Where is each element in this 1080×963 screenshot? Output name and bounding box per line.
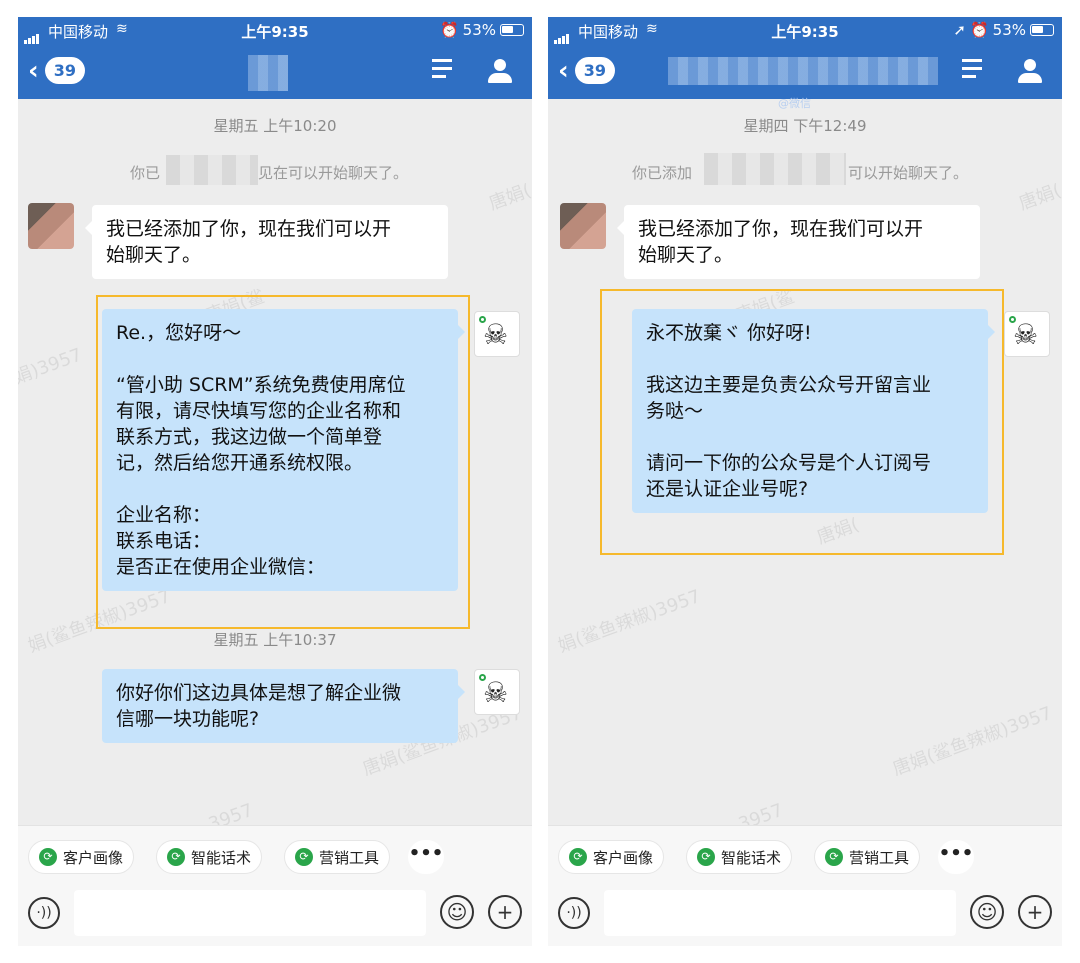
status-bar: 中国移动 ≋ 上午9:35 ➚ ⏰ 53%: [548, 17, 1062, 45]
chip-label: 客户画像: [63, 848, 124, 867]
outgoing-message: Re.，您好呀～ “管小助 SCRM”系统免费使用席位 有限，请尽快填写您的企业…: [102, 309, 465, 591]
chip-label: 营销工具: [319, 848, 380, 867]
battery-icon: [1030, 24, 1054, 36]
contact-name-redacted: [668, 57, 938, 85]
watermark: 娟)3957: [18, 344, 85, 389]
message-input[interactable]: [604, 890, 956, 936]
incoming-message: 我已经添加了你，现在我们可以开 始聊天了。: [85, 205, 448, 279]
more-button[interactable]: •••: [408, 840, 444, 874]
chip-smart-script[interactable]: ⟳ 智能话术: [156, 840, 263, 874]
green-logo-icon: ⟳: [569, 848, 587, 866]
chevron-left-icon: ‹: [558, 55, 569, 86]
status-bar: 中国移动 ≋ 上午9:35 ⏰ 53%: [18, 17, 532, 45]
contact-profile-icon[interactable]: [1018, 59, 1042, 85]
battery-percent: 53%: [462, 21, 496, 39]
chip-label: 营销工具: [849, 848, 910, 867]
outgoing-message: 你好你们这边具体是想了解企业微 信哪一块功能呢?: [102, 669, 465, 743]
plus-icon[interactable]: +: [1018, 895, 1052, 929]
green-logo-icon: ⟳: [295, 848, 313, 866]
green-logo-icon: ⟳: [167, 848, 185, 866]
incoming-message: 我已经添加了你，现在我们可以开 始聊天了。: [617, 205, 980, 279]
unread-count-badge: 39: [574, 57, 615, 84]
quick-tools-bar: ⟳ 客户画像 ⟳ 智能话术 ⟳ 营销工具 •••: [18, 825, 532, 885]
nav-bar: ‹ 39: [18, 45, 532, 99]
system-message-end: 可以开始聊天了。: [848, 164, 969, 182]
chip-customer-profile[interactable]: ⟳ 客户画像: [28, 840, 135, 874]
unread-count-badge: 39: [44, 57, 85, 84]
chip-marketing-tools[interactable]: ⟳ 营销工具: [814, 840, 921, 874]
chip-smart-script[interactable]: ⟳ 智能话术: [686, 840, 793, 874]
customer-avatar[interactable]: [28, 203, 74, 249]
watermark: 唐娟(: [1016, 180, 1062, 215]
chat-screen-left: 中国移动 ≋ 上午9:35 ⏰ 53% ‹ 39 星期五 上午10:20 你已 …: [18, 17, 532, 946]
system-message-start: 你已添加: [632, 164, 693, 182]
more-button[interactable]: •••: [938, 840, 974, 874]
emoji-icon[interactable]: ☺: [440, 895, 474, 929]
location-icon: ➚: [953, 21, 966, 39]
agent-avatar[interactable]: ☠: [1004, 311, 1050, 357]
green-logo-icon: ⟳: [39, 848, 57, 866]
timestamp: 星期四 下午12:49: [743, 117, 867, 135]
contact-profile-icon[interactable]: [488, 59, 512, 85]
message-input[interactable]: [74, 890, 426, 936]
watermark: 唐娟(: [486, 180, 532, 215]
battery-icon: [500, 24, 524, 36]
watermark: 唐娟(鲨鱼辣椒)3957: [889, 702, 1055, 780]
contact-name-redacted: [248, 55, 288, 91]
cartoon-face-icon: ☠: [483, 318, 509, 351]
input-bar: ·)) ☺ +: [548, 885, 1062, 946]
emoji-icon[interactable]: ☺: [970, 895, 1004, 929]
chip-label: 智能话术: [721, 848, 782, 867]
input-bar: ·)) ☺ +: [18, 885, 532, 946]
timestamp: 星期五 上午10:20: [213, 117, 337, 135]
agent-avatar[interactable]: ☠: [474, 669, 520, 715]
plus-icon[interactable]: +: [488, 895, 522, 929]
agent-avatar[interactable]: ☠: [474, 311, 520, 357]
timestamp: 星期五 上午10:37: [213, 631, 337, 649]
chevron-left-icon: ‹: [28, 55, 39, 86]
voice-icon[interactable]: ·)): [28, 897, 60, 929]
cartoon-face-icon: ☠: [1013, 318, 1039, 351]
cartoon-face-icon: ☠: [483, 676, 509, 709]
chat-menu-icon[interactable]: [962, 59, 986, 83]
voice-icon[interactable]: ·)): [558, 897, 590, 929]
nav-bar: ‹ 39 @微信: [548, 45, 1062, 110]
chip-marketing-tools[interactable]: ⟳ 营销工具: [284, 840, 391, 874]
redacted-name: [704, 153, 846, 185]
back-button[interactable]: ‹ 39: [28, 57, 85, 84]
redacted-name: [166, 155, 258, 185]
customer-avatar[interactable]: [560, 203, 606, 249]
green-logo-icon: ⟳: [825, 848, 843, 866]
chip-label: 客户画像: [593, 848, 654, 867]
green-logo-icon: ⟳: [697, 848, 715, 866]
battery-percent: 53%: [992, 21, 1026, 39]
outgoing-message: 永不放棄ヾ 你好呀! 我这边主要是负责公众号开留言业 务哒～ 请问一下你的公众号…: [632, 309, 995, 513]
back-button[interactable]: ‹ 39: [558, 57, 615, 84]
contact-source-label: @微信: [778, 97, 811, 110]
chat-screen-right: 中国移动 ≋ 上午9:35 ➚ ⏰ 53% ‹ 39 @微信 星期四 下午12:…: [548, 17, 1062, 946]
quick-tools-bar: ⟳ 客户画像 ⟳ 智能话术 ⟳ 营销工具 •••: [548, 825, 1062, 885]
chip-label: 智能话术: [191, 848, 252, 867]
system-message-end: 见在可以开始聊天了。: [258, 164, 409, 182]
chat-menu-icon[interactable]: [432, 59, 456, 83]
alarm-icon: ⏰: [439, 21, 459, 39]
watermark: 娟(鲨鱼辣椒)3957: [555, 585, 704, 657]
chip-customer-profile[interactable]: ⟳ 客户画像: [558, 840, 665, 874]
system-message-start: 你已: [130, 164, 161, 182]
alarm-icon: ⏰: [969, 21, 989, 39]
